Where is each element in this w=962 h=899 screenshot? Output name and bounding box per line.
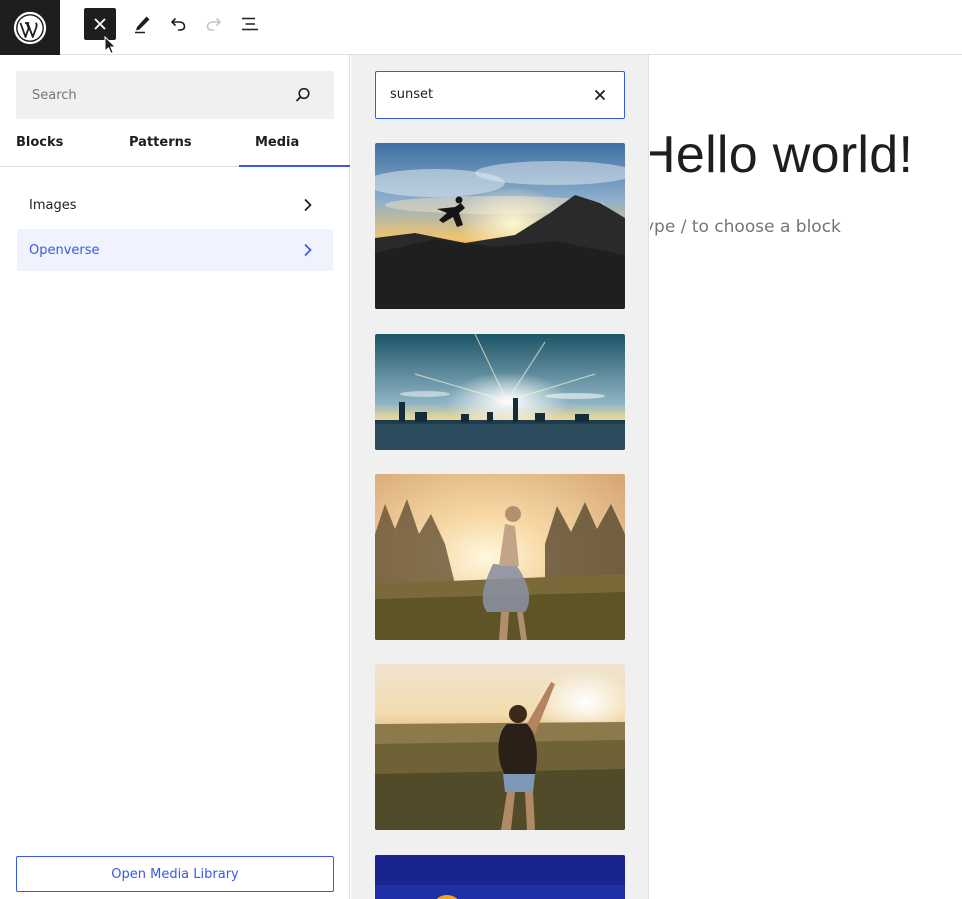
wordpress-logo-button[interactable] — [0, 0, 60, 55]
clear-search-icon[interactable] — [592, 87, 608, 103]
media-category-label: Images — [29, 197, 77, 213]
list-view-icon — [242, 17, 258, 31]
wordpress-logo-icon — [13, 11, 47, 44]
inserter-tabs: Blocks Patterns Media — [0, 127, 350, 167]
openverse-media-panel — [351, 55, 649, 899]
undo-button[interactable] — [162, 8, 194, 40]
block-appender-placeholder[interactable]: ype / to choose a block — [650, 217, 841, 237]
media-category-openverse[interactable]: Openverse — [17, 229, 333, 271]
tools-button[interactable] — [126, 8, 158, 40]
jumping-silhouette-sunset-image[interactable] — [375, 143, 625, 309]
editor-toolbar — [0, 0, 962, 55]
inserter-search — [16, 71, 334, 119]
media-category-label: Openverse — [29, 242, 100, 258]
tab-patterns[interactable]: Patterns — [129, 127, 192, 167]
woman-raising-arm-wheat-field-image[interactable] — [375, 664, 625, 830]
undo-icon — [170, 17, 186, 31]
chevron-right-icon — [304, 198, 312, 212]
sunflower-blue-sky-image[interactable] — [375, 855, 625, 899]
close-icon — [94, 18, 106, 30]
editor-canvas: Hello world! ype / to choose a block — [650, 55, 962, 899]
search-icon[interactable] — [294, 86, 312, 104]
document-overview-button[interactable] — [234, 8, 266, 40]
tab-blocks[interactable]: Blocks — [16, 127, 63, 167]
redo-icon — [206, 17, 222, 31]
openverse-search — [375, 71, 625, 119]
block-inserter-sidebar: Blocks Patterns Media Images Openverse O… — [0, 55, 350, 899]
people-silhouettes-sun-flare-image[interactable] — [375, 334, 625, 450]
redo-button[interactable] — [198, 8, 230, 40]
post-title[interactable]: Hello world! — [650, 125, 913, 185]
media-category-images[interactable]: Images — [17, 184, 333, 226]
open-media-library-button[interactable]: Open Media Library — [16, 856, 334, 892]
chevron-right-icon — [304, 243, 312, 257]
mouse-cursor-icon — [104, 36, 117, 55]
girl-spinning-backlit-field-image[interactable] — [375, 474, 625, 640]
openverse-search-input[interactable] — [376, 72, 576, 117]
pencil-icon — [135, 16, 150, 34]
inserter-search-input[interactable] — [16, 71, 286, 119]
tab-media[interactable]: Media — [239, 127, 350, 167]
